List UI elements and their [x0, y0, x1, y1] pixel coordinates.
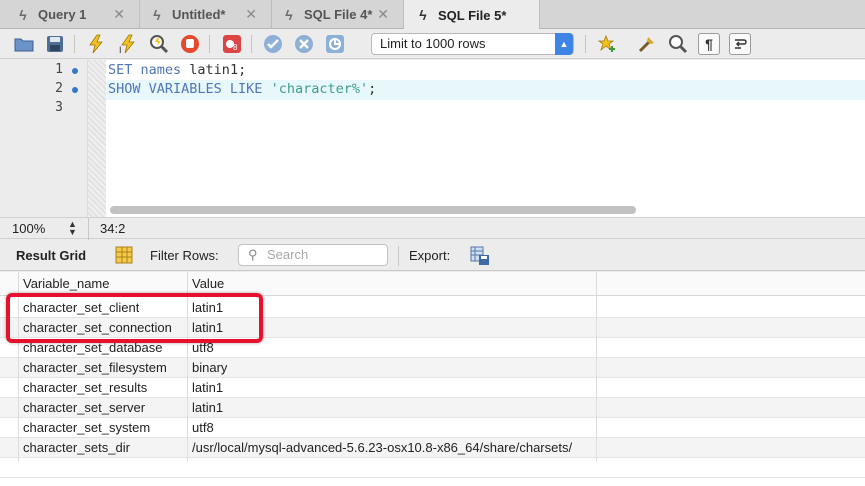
- lightning-icon: ϟ: [285, 6, 293, 23]
- search-placeholder: Search: [267, 247, 309, 262]
- table-row[interactable]: character_set_results latin1: [0, 378, 865, 398]
- search-icon: ⚲: [248, 247, 258, 262]
- table-row[interactable]: character_set_system utf8: [0, 418, 865, 438]
- execute-icon[interactable]: [85, 33, 107, 55]
- value-cell[interactable]: binary: [192, 358, 227, 378]
- result-toolbar: Result Grid Filter Rows: ⚲ Search Export…: [0, 240, 865, 271]
- cursor-position: 34:2: [100, 221, 126, 236]
- stop-icon[interactable]: [179, 33, 201, 55]
- line-number: 2: [55, 81, 63, 96]
- tab-bar: ϟ Query 1 ✕ ϟ Untitled* ✕ ϟ SQL File 4* …: [0, 0, 865, 30]
- tab-sql-file-4[interactable]: ϟ SQL File 4* ✕: [272, 0, 404, 29]
- line-number: 3: [55, 100, 63, 115]
- variable-name-cell[interactable]: character_set_system: [23, 418, 150, 438]
- column-header-value[interactable]: Value: [192, 274, 224, 294]
- chevron-updown-icon: ▲: [555, 33, 573, 55]
- close-icon[interactable]: ✕: [377, 6, 389, 23]
- line-number: 1: [55, 62, 63, 77]
- explain-icon[interactable]: [148, 33, 170, 55]
- value-cell[interactable]: /usr/local/mysql-advanced-5.6.23-osx10.8…: [192, 438, 572, 458]
- editor-status-bar: 100% ▲ ▼ 34:2: [0, 217, 865, 240]
- code-line-2: SHOW VARIABLES LIKE 'character%';: [108, 81, 377, 97]
- empty-row[interactable]: [0, 458, 865, 478]
- tab-label: Query 1: [38, 7, 87, 22]
- close-icon[interactable]: ✕: [245, 6, 257, 23]
- wrap-lines-icon[interactable]: [729, 33, 751, 55]
- limit-rows-select[interactable]: Limit to 1000 rows ▲: [371, 33, 574, 55]
- find-icon[interactable]: [667, 33, 689, 55]
- save-icon[interactable]: [44, 33, 66, 55]
- column-header-variable-name[interactable]: Variable_name: [23, 274, 109, 294]
- tab-label: SQL File 5*: [438, 7, 507, 23]
- lightning-icon: ϟ: [419, 7, 427, 23]
- table-row[interactable]: character_set_server latin1: [0, 398, 865, 418]
- statement-marker-icon: [72, 68, 78, 74]
- beautify-icon[interactable]: [636, 33, 658, 55]
- export-icon[interactable]: [470, 246, 489, 265]
- filter-search-input[interactable]: ⚲ Search: [238, 244, 388, 266]
- result-grid-label[interactable]: Result Grid: [16, 248, 86, 263]
- tab-untitled[interactable]: ϟ Untitled* ✕: [140, 0, 272, 29]
- fold-margin: [88, 60, 106, 217]
- filter-rows-label: Filter Rows:: [150, 248, 219, 263]
- code-line-1: SET names latin1;: [108, 62, 247, 78]
- autocommit-icon[interactable]: [324, 33, 346, 55]
- rollback-icon[interactable]: [293, 33, 315, 55]
- grid-view-icon[interactable]: [115, 246, 133, 264]
- table-row[interactable]: character_set_filesystem binary: [0, 358, 865, 378]
- annotation-highlight-box: [6, 293, 263, 343]
- value-cell[interactable]: utf8: [192, 418, 214, 438]
- invisible-chars-icon[interactable]: ¶: [698, 33, 720, 55]
- execute-current-icon[interactable]: I: [117, 33, 139, 55]
- sql-editor[interactable]: 1 2 3 SET names latin1; SHOW VARIABLES L…: [0, 60, 865, 217]
- tab-label: SQL File 4*: [304, 7, 373, 22]
- editor-toolbar: I 8 Limit to 1000 rows ▲ ¶: [0, 29, 865, 59]
- close-icon[interactable]: ✕: [113, 6, 125, 23]
- value-cell[interactable]: latin1: [192, 398, 223, 418]
- limit-rows-value: Limit to 1000 rows: [380, 36, 486, 51]
- zoom-level: 100%: [12, 221, 46, 236]
- commit-icon[interactable]: [262, 33, 284, 55]
- statement-marker-icon: [72, 87, 78, 93]
- open-folder-icon[interactable]: [13, 33, 35, 55]
- horizontal-scrollbar[interactable]: [110, 206, 636, 214]
- tab-label: Untitled*: [172, 7, 226, 22]
- value-cell[interactable]: latin1: [192, 378, 223, 398]
- tab-query-1[interactable]: ϟ Query 1 ✕: [0, 0, 140, 29]
- toggle-error-icon[interactable]: 8: [221, 33, 243, 55]
- lightning-icon: ϟ: [19, 6, 27, 23]
- lightning-icon: ϟ: [153, 6, 161, 23]
- export-label: Export:: [409, 248, 451, 263]
- variable-name-cell[interactable]: character_set_results: [23, 378, 147, 398]
- tab-sql-file-5[interactable]: ϟ SQL File 5*: [404, 0, 540, 30]
- variable-name-cell[interactable]: character_set_server: [23, 398, 145, 418]
- svg-text:I: I: [119, 45, 122, 54]
- variable-name-cell[interactable]: character_sets_dir: [23, 438, 130, 458]
- variable-name-cell[interactable]: character_set_filesystem: [23, 358, 167, 378]
- zoom-stepper-icon[interactable]: ▲ ▼: [68, 220, 77, 237]
- svg-text:8: 8: [233, 43, 238, 52]
- table-row[interactable]: character_sets_dir/usr/local/mysql-advan…: [0, 438, 865, 458]
- add-snippet-icon[interactable]: [596, 33, 618, 55]
